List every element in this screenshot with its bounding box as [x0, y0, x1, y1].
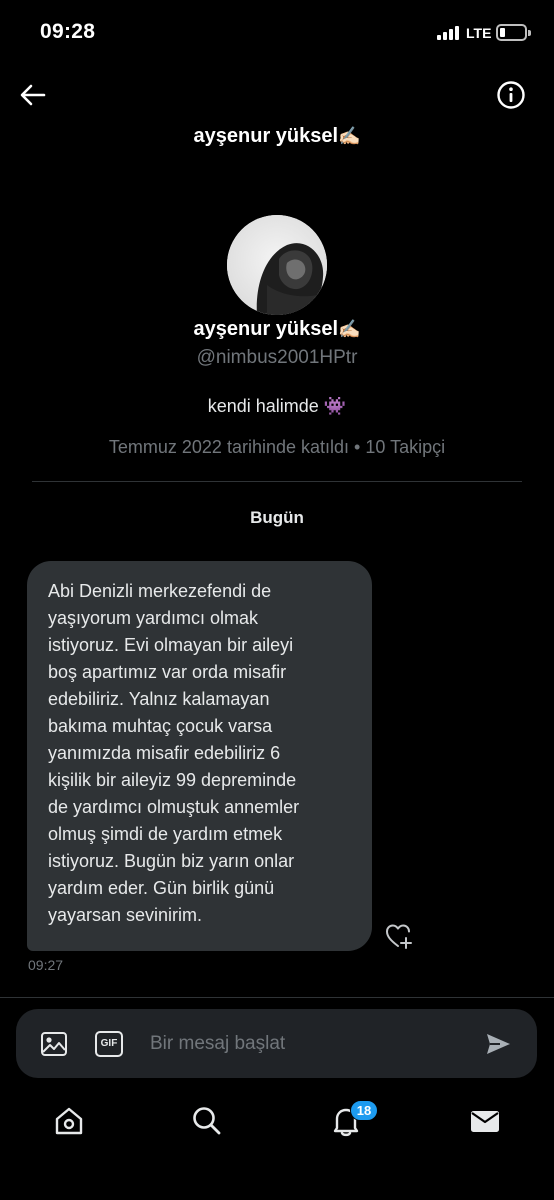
message-timestamp: 09:27 — [28, 957, 64, 973]
back-button[interactable] — [18, 80, 48, 110]
conversation-title-text: ayşenur yüksel — [193, 125, 339, 147]
bottom-nav — [0, 1090, 554, 1160]
followers-count[interactable]: 10 Takipçi — [365, 437, 445, 457]
info-icon — [497, 81, 525, 109]
status-bar: 09:28 LTE — [0, 0, 554, 62]
writing-hand-emoji: ✍🏻 — [338, 126, 361, 146]
signal-strength-icon — [437, 26, 459, 40]
battery-icon — [496, 24, 531, 41]
message-input[interactable] — [150, 1025, 470, 1063]
profile-name-text: ayşenur yüksel — [193, 318, 339, 340]
divider — [32, 481, 522, 482]
avatar-photo — [227, 215, 327, 315]
search-icon — [193, 1107, 221, 1135]
profile-bio: kendi halimde 👾 — [0, 396, 554, 417]
alien-monster-emoji: 👾 — [323, 396, 347, 416]
heart-plus-icon — [386, 924, 412, 949]
nav-home[interactable] — [52, 1104, 86, 1138]
add-image-button[interactable] — [40, 1031, 68, 1057]
conversation-title: ayşenur yüksel✍🏻 — [0, 125, 554, 148]
react-button[interactable] — [384, 922, 414, 950]
joined-date: Temmuz 2022 tarihinde katıldı — [108, 437, 350, 457]
message-text: Abi Denizli merkezefendi de yaşıyorum ya… — [48, 581, 300, 925]
nav-search[interactable] — [190, 1104, 224, 1138]
conversation-info-button[interactable] — [496, 80, 526, 110]
messages-icon — [471, 1111, 499, 1132]
send-button[interactable] — [484, 1031, 512, 1057]
status-time: 09:28 — [40, 20, 96, 43]
avatar[interactable] — [227, 215, 327, 315]
writing-hand-emoji: ✍🏻 — [338, 319, 361, 339]
message-bubble[interactable]: Abi Denizli merkezefendi de yaşıyorum ya… — [27, 561, 372, 951]
meta-separator: • — [354, 437, 361, 457]
date-separator: Bugün — [250, 508, 304, 527]
composer-divider — [0, 997, 554, 998]
network-type: LTE — [466, 25, 492, 41]
notification-badge: 18 — [350, 1100, 378, 1121]
gif-button[interactable]: GIF — [95, 1031, 123, 1057]
home-icon — [55, 1107, 83, 1135]
send-icon — [487, 1034, 510, 1054]
profile-bio-text: kendi halimde — [207, 396, 319, 416]
nav-messages[interactable] — [468, 1104, 502, 1138]
profile-name[interactable]: ayşenur yüksel✍🏻 — [0, 318, 554, 341]
profile-handle[interactable]: @nimbus2001HPtr — [0, 347, 554, 369]
arrow-left-icon — [20, 84, 46, 106]
profile-meta: Temmuz 2022 tarihinde katıldı • 10 Takip… — [0, 437, 554, 458]
battery-level — [500, 28, 505, 37]
message-composer: GIF — [16, 1009, 537, 1078]
image-icon — [41, 1032, 67, 1056]
